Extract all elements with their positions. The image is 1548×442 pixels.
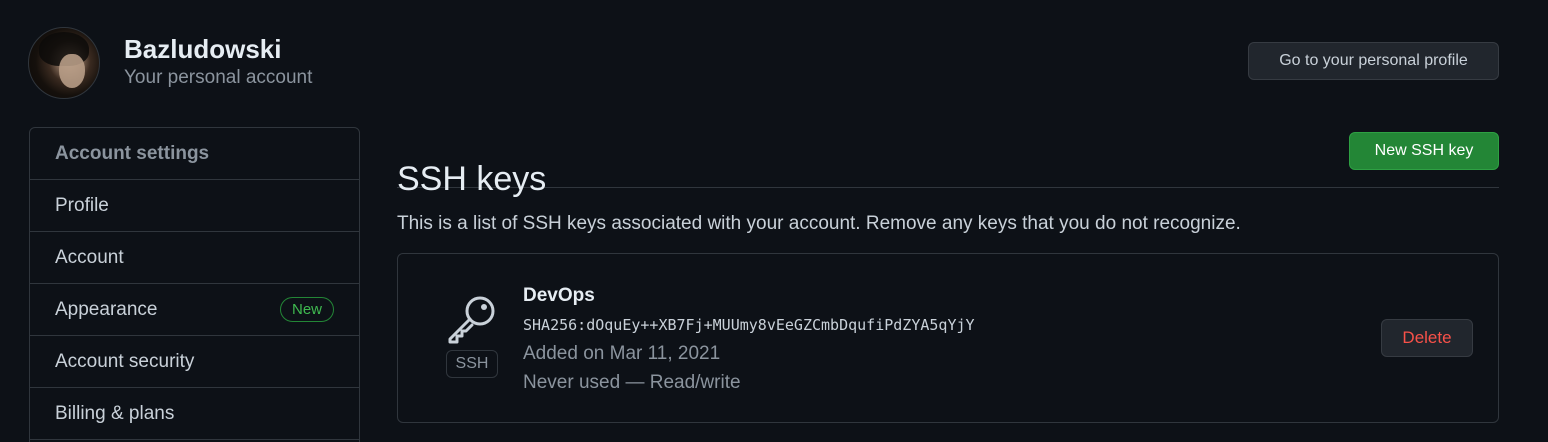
ssh-type-label: SSH	[446, 350, 498, 378]
avatar-face	[59, 54, 85, 88]
sidebar-item-appearance[interactable]: Appearance New	[30, 284, 359, 336]
main-header: SSH keys New SSH key	[397, 127, 1499, 198]
sidebar-item-account[interactable]: Account	[30, 232, 359, 284]
new-ssh-key-button[interactable]: New SSH key	[1349, 132, 1499, 170]
key-usage: Never used — Read/write	[523, 372, 741, 393]
account-names: Bazludowski Your personal account	[124, 33, 312, 91]
delete-key-button[interactable]: Delete	[1381, 319, 1473, 357]
sidebar-item-profile[interactable]: Profile	[30, 180, 359, 232]
sidebar-item-label: Account	[55, 246, 124, 268]
go-to-profile-button[interactable]: Go to your personal profile	[1248, 42, 1499, 80]
sidebar-item-billing[interactable]: Billing & plans	[30, 388, 359, 440]
key-fingerprint: SHA256:dOquEy++XB7Fj+MUUmy8vEeGZCmbDqufi…	[523, 316, 975, 334]
account-subtitle: Your personal account	[124, 67, 313, 88]
settings-page: Bazludowski Your personal account Go to …	[0, 0, 1548, 442]
settings-sidebar: Account settings Profile Account Appeara…	[29, 127, 360, 442]
sidebar-item-label: Profile	[55, 194, 109, 216]
ssh-key-list-item: SSH DevOps SHA256:dOquEy++XB7Fj+MUUmy8vE…	[397, 253, 1499, 423]
sidebar-item-label: Account security	[55, 350, 195, 372]
avatar[interactable]	[28, 27, 100, 99]
page-title: SSH keys	[397, 160, 547, 199]
sidebar-item-account-security[interactable]: Account security	[30, 336, 359, 388]
sidebar-item-label: Appearance	[55, 298, 158, 320]
main-content: SSH keys New SSH key This is a list of S…	[397, 127, 1499, 423]
sidebar-heading: Account settings	[30, 128, 359, 180]
key-details: DevOps SHA256:dOquEy++XB7Fj+MUUmy8vEeGZC…	[523, 284, 975, 397]
account-name[interactable]: Bazludowski	[124, 33, 312, 65]
new-badge: New	[279, 297, 334, 322]
ssh-keys-description: This is a list of SSH keys associated wi…	[397, 213, 1241, 234]
key-icon	[446, 294, 498, 344]
account-header: Bazludowski Your personal account	[28, 27, 312, 99]
key-added-date: Added on Mar 11, 2021	[523, 343, 721, 364]
key-title: DevOps	[523, 285, 595, 306]
sidebar-item-label: Billing & plans	[55, 402, 175, 424]
